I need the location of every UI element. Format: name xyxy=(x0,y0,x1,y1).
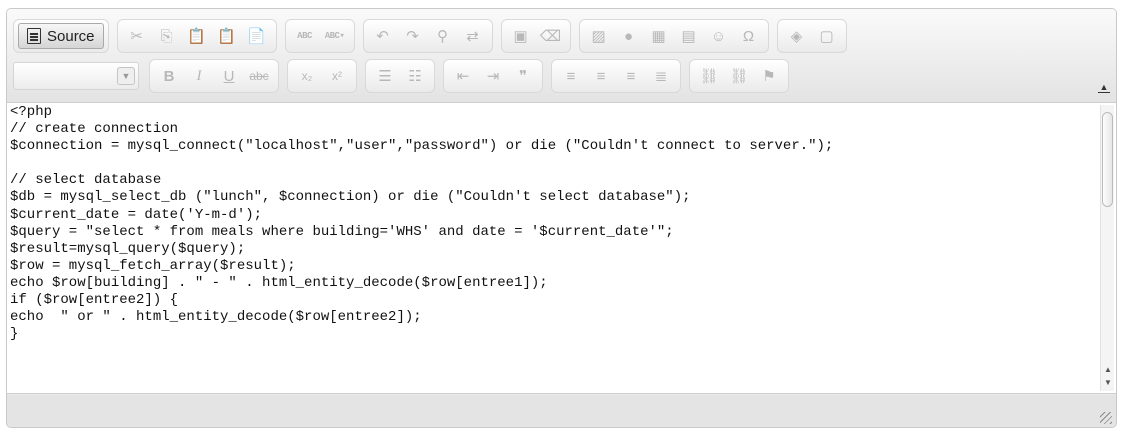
subscript-icon[interactable]: x₂ xyxy=(293,62,321,90)
chevron-down-icon[interactable]: ▼ xyxy=(117,67,135,85)
outdent-icon[interactable]: ⇤ xyxy=(449,62,477,90)
align-right-icon[interactable]: ≡ xyxy=(617,62,645,90)
source-button[interactable]: Source xyxy=(18,23,104,49)
image-icon[interactable]: ▨ xyxy=(585,22,613,50)
group-source: Source xyxy=(13,19,109,53)
italic-icon[interactable]: I xyxy=(185,62,213,90)
source-code-area[interactable]: <?php// create connection $connection = m… xyxy=(10,104,1100,390)
replace-icon[interactable]: ⇄ xyxy=(459,22,487,50)
scroll-down-icon[interactable]: ▼ xyxy=(1102,376,1114,388)
find-icon[interactable]: ⚲ xyxy=(429,22,457,50)
toolbar-row-2: ▼ B I U abc x₂ x² ☰ ☷ ⇤ ⇥ ❞ ≡ ≡ ≡ ≣ ⛓ ⛓ … xyxy=(13,59,797,93)
group-lists: ☰ ☷ xyxy=(365,59,435,93)
unlink-icon[interactable]: ⛓ xyxy=(725,62,753,90)
special-char-icon[interactable]: Ω xyxy=(735,22,763,50)
code-line: // select database xyxy=(10,172,162,189)
indent-icon[interactable]: ⇥ xyxy=(479,62,507,90)
group-select: ▣ ⌫ xyxy=(500,19,571,53)
group-links: ⛓ ⛓ ⚑ xyxy=(689,59,789,93)
remove-format-icon[interactable]: ⌫ xyxy=(537,22,565,50)
align-center-icon[interactable]: ≡ xyxy=(587,62,615,90)
format-select[interactable]: ▼ xyxy=(13,62,139,90)
resize-grip-icon[interactable] xyxy=(1100,412,1112,424)
editor-status-bar xyxy=(7,395,1116,427)
align-left-icon[interactable]: ≡ xyxy=(557,62,585,90)
horizontal-rule-icon[interactable]: ▤ xyxy=(675,22,703,50)
vertical-scrollbar[interactable]: ▲ ▼ xyxy=(1100,105,1114,391)
code-line: $row = mysql_fetch_array($result); xyxy=(10,257,296,274)
code-line: } xyxy=(10,326,19,343)
code-line: // create connection xyxy=(10,121,179,138)
maximize-icon[interactable]: ◈ xyxy=(783,22,811,50)
group-insert: ▨ ● ▦ ▤ ☺ Ω xyxy=(578,19,769,53)
spellcheck-icon[interactable]: ABC xyxy=(291,22,319,50)
justify-icon[interactable]: ≣ xyxy=(647,62,675,90)
blockquote-icon[interactable]: ❞ xyxy=(509,62,537,90)
numbered-list-icon[interactable]: ☰ xyxy=(371,62,399,90)
copy-icon[interactable]: ⎘ xyxy=(153,22,181,50)
code-line: echo " or " . html_entity_decode($row[en… xyxy=(10,309,422,326)
code-line: $current_date = date('Y-m-d'); xyxy=(10,206,263,223)
group-view: ◈ ▢ xyxy=(776,19,847,53)
table-icon[interactable]: ▦ xyxy=(645,22,673,50)
strike-icon[interactable]: abc xyxy=(245,62,273,90)
underline-icon[interactable]: U xyxy=(215,62,243,90)
smiley-icon[interactable]: ☺ xyxy=(705,22,733,50)
show-blocks-icon[interactable]: ▢ xyxy=(813,22,841,50)
redo-icon[interactable]: ↷ xyxy=(399,22,427,50)
group-clipboard: ✂ ⎘ 📋 📋 📄 xyxy=(116,19,277,53)
scroll-thumb[interactable] xyxy=(1102,112,1113,207)
scroll-up-icon[interactable]: ▲ xyxy=(1102,363,1114,375)
link-icon[interactable]: ⛓ xyxy=(695,62,723,90)
group-edit: ↶ ↷ ⚲ ⇄ xyxy=(362,19,493,53)
anchor-icon[interactable]: ⚑ xyxy=(755,62,783,90)
source-label: Source xyxy=(47,27,95,45)
code-line: $result=mysql_query($query); xyxy=(10,240,246,257)
undo-icon[interactable]: ↶ xyxy=(369,22,397,50)
collapse-toolbar-icon[interactable]: ▲ xyxy=(1098,81,1110,93)
select-all-icon[interactable]: ▣ xyxy=(507,22,535,50)
group-scripts: x₂ x² xyxy=(287,59,357,93)
superscript-icon[interactable]: x² xyxy=(323,62,351,90)
bold-icon[interactable]: B xyxy=(155,62,183,90)
code-line: $query = "select * from meals where buil… xyxy=(10,223,674,240)
code-line: if ($row[entree2]) { xyxy=(10,292,179,309)
code-line: $connection = mysql_connect("localhost",… xyxy=(10,138,834,155)
group-indent: ⇤ ⇥ ❞ xyxy=(443,59,543,93)
code-line: <?php xyxy=(10,104,53,120)
group-align: ≡ ≡ ≡ ≣ xyxy=(551,59,681,93)
editor-content[interactable]: <?php// create connection $connection = m… xyxy=(7,103,1116,394)
editor-toolbar: Source ✂ ⎘ 📋 📋 📄 ABC ABC▾ ↶ ↷ ⚲ ⇄ ▣ ⌫ ▨ … xyxy=(7,9,1116,103)
code-line: $db = mysql_select_db ("lunch", $connect… xyxy=(10,189,691,206)
code-line: echo $row[building] . " - " . html_entit… xyxy=(10,274,548,291)
spellcheck-dropdown-icon[interactable]: ABC▾ xyxy=(321,22,349,50)
cut-icon[interactable]: ✂ xyxy=(123,22,151,50)
toolbar-row-1: Source ✂ ⎘ 📋 📋 📄 ABC ABC▾ ↶ ↷ ⚲ ⇄ ▣ ⌫ ▨ … xyxy=(13,19,855,53)
rich-text-editor: Source ✂ ⎘ 📋 📋 📄 ABC ABC▾ ↶ ↷ ⚲ ⇄ ▣ ⌫ ▨ … xyxy=(6,8,1117,428)
group-basic-styles: B I U abc xyxy=(149,59,279,93)
paste-text-icon[interactable]: 📋 xyxy=(213,22,241,50)
flash-icon[interactable]: ● xyxy=(615,22,643,50)
bulleted-list-icon[interactable]: ☷ xyxy=(401,62,429,90)
group-spellcheck: ABC ABC▾ xyxy=(284,19,355,53)
paste-icon[interactable]: 📋 xyxy=(183,22,211,50)
source-icon xyxy=(27,28,41,44)
paste-word-icon[interactable]: 📄 xyxy=(243,22,271,50)
